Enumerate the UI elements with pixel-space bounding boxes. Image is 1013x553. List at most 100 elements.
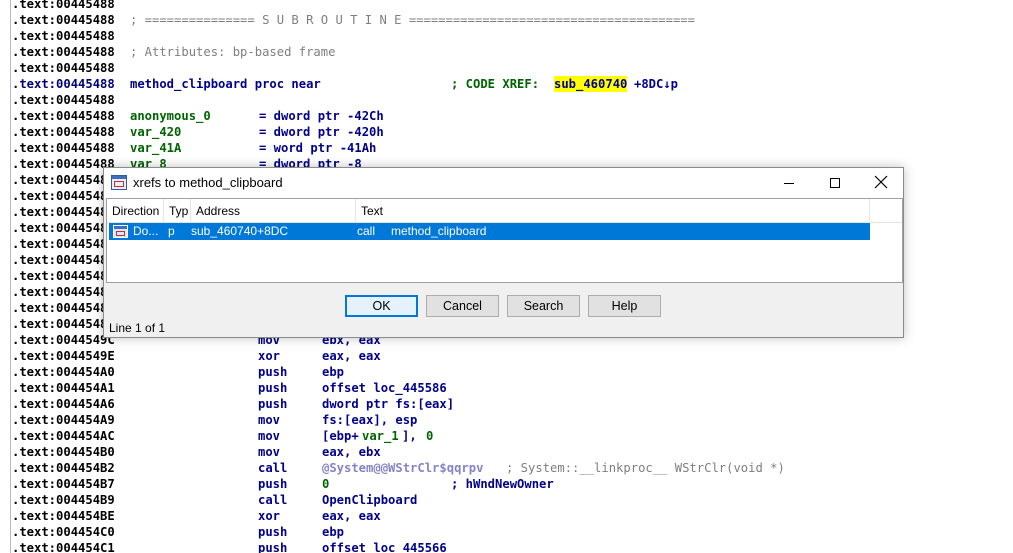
line-address: .text:00445488 — [12, 45, 115, 59]
line-token: mov — [258, 445, 281, 459]
line-token: = dword ptr -42Ch — [259, 109, 384, 123]
line-token: var_41A — [130, 141, 182, 155]
line-token: ; hWndNewOwner — [451, 477, 554, 491]
dialog-titlebar[interactable]: xrefs to method_clipboard — [104, 168, 903, 198]
row-address: sub_460740+8DC — [191, 224, 289, 238]
xref-row[interactable]: Do... p sub_460740+8DC call method_clipb… — [109, 223, 870, 240]
line-token: call — [258, 461, 288, 475]
line-address: .text:00445488 — [12, 61, 115, 75]
line-token: offset loc_445586 — [322, 381, 447, 395]
line-token: = dword ptr -420h — [259, 125, 384, 139]
line-address: .text:00445488 — [12, 317, 115, 331]
line-address: .text:00445488 — [12, 93, 115, 107]
line-address: .text:00445488 — [12, 189, 115, 203]
line-address: .text:00445488 — [12, 125, 115, 139]
row-direction: Do... — [133, 224, 159, 238]
line-token: eax, ebx — [322, 445, 381, 459]
maximize-icon — [830, 178, 840, 188]
line-address: .text:00445488 — [12, 285, 115, 299]
column-header-address[interactable]: Address — [191, 199, 356, 223]
line-address: .text:004454B9 — [12, 493, 115, 507]
line-token: offset loc_445566 — [322, 541, 447, 553]
line-address: .text:004454A1 — [12, 381, 115, 395]
line-address: .text:004454BE — [12, 509, 115, 523]
ida-app-icon — [111, 175, 127, 190]
column-header-type[interactable]: Typ — [164, 199, 191, 223]
line-address: .text:004454C0 — [12, 525, 115, 539]
column-header-direction[interactable]: Direction — [107, 199, 164, 223]
line-token: push — [258, 397, 288, 411]
line-address: .text:004454A9 — [12, 413, 115, 427]
line-address: .text:0044549E — [12, 349, 115, 363]
line-token: mov — [258, 429, 281, 443]
line-address: .text:00445488 — [12, 77, 115, 91]
line-token: ; System::__linkproc__ WStrClr(void *) — [506, 461, 785, 475]
line-token: method_clipboard proc near — [130, 77, 321, 91]
line-token: mov — [258, 413, 281, 427]
xrefs-list[interactable]: Direction Typ Address Text Do... p sub_4… — [106, 198, 903, 283]
search-button[interactable]: Search — [507, 295, 580, 317]
line-address: .text:00445488 — [12, 221, 115, 235]
line-token: anonymous_0 — [130, 109, 211, 123]
line-address: .text:004454B0 — [12, 445, 115, 459]
line-token: call — [258, 493, 288, 507]
line-token: eax, eax — [322, 509, 381, 523]
line-address: .text:004454A6 — [12, 397, 115, 411]
close-icon — [874, 175, 888, 189]
line-token: push — [258, 365, 288, 379]
minimize-icon — [784, 183, 794, 184]
line-address: .text:00445488 — [12, 237, 115, 251]
row-text-target: method_clipboard — [391, 224, 487, 238]
line-address: .text:00445488 — [12, 109, 115, 123]
line-address: .text:00445488 — [12, 205, 115, 219]
line-token: var_420 — [130, 125, 182, 139]
minimize-button[interactable] — [766, 168, 812, 198]
line-token: xor — [258, 349, 281, 363]
line-address: .text:004454C1 — [12, 541, 115, 553]
line-token: 0 — [426, 429, 434, 443]
help-button[interactable]: Help — [588, 295, 661, 317]
xrefs-dialog: xrefs to method_clipboard Direction Typ … — [103, 167, 904, 338]
line-address: .text:00445488 — [12, 301, 115, 315]
line-token: OpenClipboard — [322, 493, 418, 507]
xref-direction-icon — [113, 225, 128, 238]
line-address: .text:004454B7 — [12, 477, 115, 491]
line-address: .text:00445488 — [12, 13, 115, 27]
line-token: xor — [258, 509, 281, 523]
line-token: push — [258, 477, 288, 491]
line-token: ; Attributes: bp-based frame — [130, 45, 336, 59]
line-address: .text:00445488 — [12, 29, 115, 43]
line-address: .text:004454AC — [12, 429, 115, 443]
cancel-button[interactable]: Cancel — [426, 295, 499, 317]
listing-gutter — [0, 0, 11, 553]
line-address: .text:004454A0 — [12, 365, 115, 379]
line-token: push — [258, 541, 288, 553]
line-token: dword ptr fs:[eax] — [322, 397, 455, 411]
line-token: fs:[eax], esp — [322, 413, 418, 427]
dialog-title: xrefs to method_clipboard — [133, 175, 283, 190]
line-token: [ebp+ — [322, 429, 359, 443]
close-button[interactable] — [858, 168, 904, 198]
line-token: +8DC↓p — [634, 77, 679, 91]
line-token: ], — [402, 429, 425, 443]
line-address: .text:0044549C — [12, 333, 115, 347]
line-token: push — [258, 381, 288, 395]
line-token: sub_460740 — [554, 76, 628, 92]
maximize-button[interactable] — [812, 168, 858, 198]
line-token: ebp — [322, 525, 345, 539]
line-address: .text:004454B2 — [12, 461, 115, 475]
status-line: Line 1 of 1 — [109, 321, 166, 335]
line-token: ; =============== S U B R O U T I N E ==… — [130, 13, 695, 27]
line-address: .text:00445488 — [12, 157, 115, 171]
line-token: eax, eax — [322, 349, 381, 363]
ok-button[interactable]: OK — [345, 295, 418, 317]
list-header: Direction Typ Address Text — [107, 199, 902, 223]
line-address: .text:00445488 — [12, 0, 115, 11]
line-address: .text:00445488 — [12, 269, 115, 283]
line-token: = word ptr -41Ah — [259, 141, 377, 155]
line-token: var_1 — [362, 429, 399, 443]
row-type: p — [168, 224, 175, 238]
column-header-text[interactable]: Text — [356, 199, 870, 223]
line-token: push — [258, 525, 288, 539]
line-token: 0 — [322, 477, 330, 491]
